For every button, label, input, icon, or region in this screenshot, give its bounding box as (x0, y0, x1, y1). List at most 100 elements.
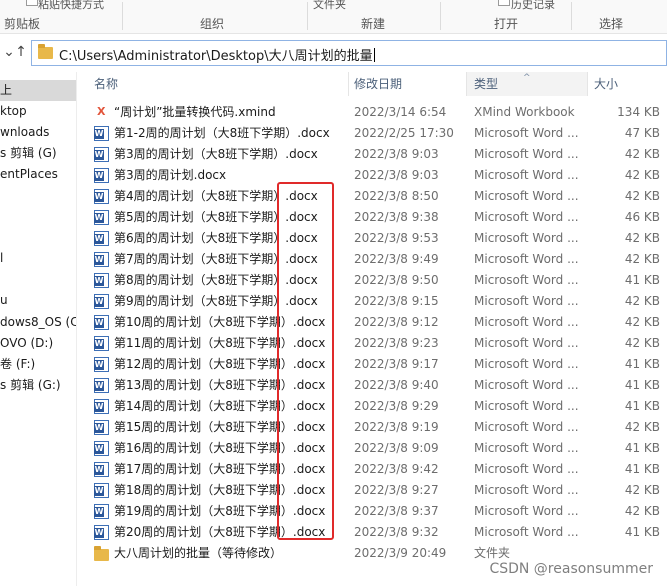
file-row[interactable]: 第9周的周计划（大8班下学期）.docx 2022/3/8 9:15 Microso… (90, 291, 667, 312)
file-type: Microsoft Word ... (474, 231, 579, 245)
word-document-icon (94, 483, 109, 498)
file-name: “周计划”批量转换代码.xmind (114, 105, 276, 119)
file-name: 第9周的周计划（大8班下学期）.docx (114, 294, 318, 308)
nav-item-desktop[interactable]: ktop (0, 101, 76, 122)
paste-shortcut-label[interactable]: 粘贴快捷方式 (38, 0, 104, 12)
file-date-modified: 2022/3/8 9:09 (354, 441, 439, 455)
file-size: 42 KB (624, 147, 660, 161)
file-size: 42 KB (624, 189, 660, 203)
word-document-icon (94, 231, 109, 246)
file-row[interactable]: 第6周的周计划（大8班下学期）.docx 2022/3/8 9:53 Microso… (90, 228, 667, 249)
file-size: 41 KB (624, 378, 660, 392)
nav-item-l[interactable]: l (0, 248, 76, 269)
file-type: Microsoft Word ... (474, 441, 579, 455)
file-row[interactable]: 第18周的周计划（大8班下学期）.docx 2022/3/8 9:27 Micros… (90, 480, 667, 501)
file-row[interactable]: 第8周的周计划（大8班下学期）.docx 2022/3/8 9:50 Microso… (90, 270, 667, 291)
file-size: 42 KB (624, 231, 660, 245)
column-divider[interactable] (587, 72, 588, 96)
column-divider[interactable] (348, 72, 349, 96)
file-date-modified: 2022/3/8 9:50 (354, 273, 439, 287)
file-name: 第14周的周计划（大8班下学期）.docx (114, 399, 326, 413)
nav-item-clip-g2[interactable]: s 剪辑 (G:) (0, 375, 76, 396)
file-row[interactable]: 第19周的周计划（大8班下学期）.docx 2022/3/8 9:37 Micros… (90, 501, 667, 522)
file-row[interactable]: 第17周的周计划（大8班下学期）.docx 2022/3/8 9:42 Micros… (90, 459, 667, 480)
file-row[interactable]: 第12周的周计划（大8班下学期）.docx 2022/3/8 9:17 Micros… (90, 354, 667, 375)
file-size: 41 KB (624, 462, 660, 476)
file-row[interactable]: 第15周的周计划（大8班下学期）.docx 2022/3/8 9:19 Micros… (90, 417, 667, 438)
sort-ascending-icon: ^ (523, 73, 531, 83)
file-row[interactable]: 第10周的周计划（大8班下学期）.docx 2022/3/8 9:12 Micros… (90, 312, 667, 333)
file-type: Microsoft Word ... (474, 483, 579, 497)
word-document-icon (94, 525, 109, 540)
file-name: 第20周的周计划（大8班下学期）.docx (114, 525, 326, 539)
file-row[interactable]: 第16周的周计划（大8班下学期）.docx 2022/3/8 9:09 Micros… (90, 438, 667, 459)
nav-item-downloads[interactable]: wnloads (0, 122, 76, 143)
watermark: CSDN @reasonsummer (489, 561, 653, 577)
file-type: Microsoft Word ... (474, 252, 579, 266)
nav-item-selected[interactable]: 上 (0, 80, 76, 101)
column-headers: 名称 修改日期 类型 ^ 大小 (90, 72, 667, 96)
nav-item-lenovo-d[interactable]: OVO (D:) (0, 333, 76, 354)
file-date-modified: 2022/3/8 9:37 (354, 504, 439, 518)
nav-item-recent-places[interactable]: entPlaces (0, 164, 76, 185)
file-row[interactable]: 第13周的周计划（大8班下学期）.docx 2022/3/8 9:40 Micros… (90, 375, 667, 396)
history-icon[interactable] (498, 0, 510, 6)
file-type: Microsoft Word ... (474, 294, 579, 308)
nav-item-u[interactable]: u (0, 290, 76, 311)
file-type: Microsoft Word ... (474, 336, 579, 350)
file-date-modified: 2022/3/9 20:49 (354, 546, 447, 560)
file-type: Microsoft Word ... (474, 273, 579, 287)
file-type: Microsoft Word ... (474, 315, 579, 329)
file-date-modified: 2022/3/8 9:42 (354, 462, 439, 476)
navigation-pane-scrollbar[interactable] (76, 72, 90, 586)
file-type: Microsoft Word ... (474, 357, 579, 371)
nav-item-windows-os-c[interactable]: dows8_OS (C (0, 312, 76, 333)
file-size: 47 KB (624, 126, 660, 140)
file-row[interactable]: 第5周的周计划（大8班下学期）.docx 2022/3/8 9:38 Microso… (90, 207, 667, 228)
paste-shortcut-icon[interactable] (26, 0, 38, 6)
file-size: 42 KB (624, 252, 660, 266)
column-header-name[interactable]: 名称 (94, 72, 118, 96)
column-header-type[interactable]: 类型 (474, 72, 498, 96)
file-size: 42 KB (624, 483, 660, 497)
word-document-icon (94, 210, 109, 225)
ribbon-group-new: 新建 (361, 17, 386, 31)
text-caret (373, 48, 375, 62)
address-path[interactable]: C:\Users\Administrator\Desktop\大八周计划的批量 (59, 45, 375, 64)
file-row[interactable]: 第20周的周计划（大8班下学期）.docx 2022/3/8 9:32 Micros… (90, 522, 667, 543)
file-row[interactable]: 第1-2周的周计划（大8班下学期）.docx 2022/2/25 17:30 Mic… (90, 123, 667, 144)
word-document-icon (94, 336, 109, 351)
nav-item-clip-g[interactable]: s 剪辑 (G) (0, 143, 76, 164)
word-document-icon (94, 189, 109, 204)
file-date-modified: 2022/3/8 8:50 (354, 189, 439, 203)
file-name: 第15周的周计划（大8班下学期）.docx (114, 420, 326, 434)
file-row[interactable]: 第3周的周计划（大8班下学期）.docx 2022/3/8 9:03 Microso… (90, 144, 667, 165)
file-row[interactable]: 第3周的周计划.docx 2022/3/8 9:03 Microsoft Word … (90, 165, 667, 186)
file-row[interactable]: 第14周的周计划（大8班下学期）.docx 2022/3/8 9:29 Micros… (90, 396, 667, 417)
file-name: 第18周的周计划（大8班下学期）.docx (114, 483, 326, 497)
file-type: Microsoft Word ... (474, 462, 579, 476)
column-header-size[interactable]: 大小 (594, 72, 618, 96)
address-bar[interactable]: C:\Users\Administrator\Desktop\大八周计划的批量 (31, 40, 667, 66)
file-date-modified: 2022/3/8 9:17 (354, 357, 439, 371)
file-row[interactable]: 第11周的周计划（大8班下学期）.docx 2022/3/8 9:23 Micros… (90, 333, 667, 354)
nav-item-volume-f[interactable]: 卷 (F:) (0, 354, 76, 375)
history-label[interactable]: 历史记录 (511, 0, 555, 12)
file-size: 42 KB (624, 294, 660, 308)
file-row[interactable]: “周计划”批量转换代码.xmind 2022/3/14 6:54 XMind Wor… (90, 102, 667, 123)
file-size: 42 KB (624, 315, 660, 329)
file-name: 第13周的周计划（大8班下学期）.docx (114, 378, 326, 392)
ribbon-separator (571, 2, 572, 30)
word-document-icon (94, 168, 109, 183)
new-folder-label[interactable]: 文件夹 (313, 0, 346, 12)
word-document-icon (94, 420, 109, 435)
up-arrow-icon[interactable]: ↑ (14, 43, 28, 61)
file-row[interactable]: 第7周的周计划（大8班下学期）.docx 2022/3/8 9:49 Microso… (90, 249, 667, 270)
word-document-icon (94, 147, 109, 162)
file-size: 41 KB (624, 273, 660, 287)
file-name: 第1-2周的周计划（大8班下学期）.docx (114, 126, 330, 140)
word-document-icon (94, 252, 109, 267)
file-row[interactable]: 第4周的周计划（大8班下学期）.docx 2022/3/8 8:50 Microso… (90, 186, 667, 207)
file-date-modified: 2022/3/8 9:29 (354, 399, 439, 413)
column-header-date[interactable]: 修改日期 (354, 72, 402, 96)
